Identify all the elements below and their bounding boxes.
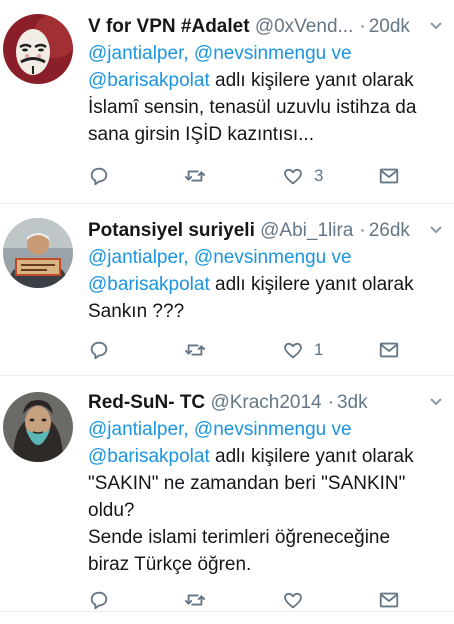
tweet-text-line: sana girsin IŞİD kazıntısı... [88, 124, 314, 145]
tweet[interactable]: Red-SuN- TC @Krach2014 · 3dk @jantialper, … [0, 376, 454, 612]
reply-label: adlı kişilere yanıt olarak [215, 446, 414, 467]
avatar[interactable] [3, 392, 73, 462]
chevron-down-icon[interactable] [428, 222, 444, 238]
tweet[interactable]: V for VPN #Adalet @0xVend... · 20dk @janti… [0, 0, 454, 204]
avatar[interactable] [3, 14, 73, 84]
display-name[interactable]: Potansiyel suriyeli [88, 220, 255, 241]
reply-icon [90, 341, 108, 360]
like-count: 1 [314, 340, 324, 359]
direct-message-icon [379, 168, 399, 184]
retweet-icon [184, 344, 206, 356]
reply-button[interactable] [88, 338, 110, 362]
tweet-text-line: biraz Türkçe öğren. [88, 554, 252, 575]
tweet-text-line: Sankın ??? [88, 301, 185, 322]
direct-message-icon [379, 592, 399, 608]
tweet-text: Sankın ??? [88, 298, 444, 325]
username[interactable]: @Krach2014 [210, 392, 321, 413]
reply-connector: ve [331, 43, 352, 64]
like-button[interactable] [282, 588, 314, 612]
mention-link[interactable]: @nevsinmengu [194, 247, 326, 268]
tweet-body: @jantialper, @nevsinmengu ve @barisakpol… [88, 40, 444, 148]
retweet-icon [184, 594, 206, 606]
like-count: 3 [314, 166, 324, 185]
reply-connector: ve [331, 247, 352, 268]
retweet-button[interactable] [184, 588, 206, 612]
like-button[interactable]: 3 [282, 164, 323, 188]
tweet-text-line: "SAKIN" ne zamandan beri "SANKIN" [88, 473, 406, 494]
direct-message-button[interactable] [378, 588, 400, 612]
tweet-body: @jantialper, @nevsinmengu ve @barisakpol… [88, 416, 444, 578]
action-bar: 1 [88, 338, 418, 362]
reply-context: @jantialper, @nevsinmengu ve @barisakpol… [88, 416, 444, 470]
chevron-down-icon[interactable] [428, 394, 444, 410]
timestamp[interactable]: 20dk [369, 16, 410, 37]
avatar[interactable] [3, 218, 73, 288]
like-icon [284, 592, 302, 609]
direct-message-icon [379, 342, 399, 358]
tweet-header: Red-SuN- TC @Krach2014 · 3dk [88, 390, 420, 416]
tweet-text: İslamî sensin, tenasül uzuvlu istihza da… [88, 94, 444, 148]
mention-link[interactable]: @jantialper, [88, 419, 189, 440]
like-button[interactable]: 1 [282, 338, 323, 362]
action-bar: 3 [88, 164, 418, 188]
username[interactable]: @0xVend... [255, 16, 354, 37]
tweet-text-line: Sende islami terimleri öğreneceğine [88, 527, 391, 548]
tweet-header: V for VPN #Adalet @0xVend... · 20dk [88, 14, 420, 40]
direct-message-button[interactable] [378, 338, 400, 362]
timestamp[interactable]: 3dk [337, 392, 368, 413]
retweet-button[interactable] [184, 338, 206, 362]
man-with-sign-icon [3, 218, 73, 288]
tweet-text-line: oldu? [88, 500, 135, 521]
guy-fawkes-mask-icon [3, 14, 73, 84]
tweet-body: @jantialper, @nevsinmengu ve @barisakpol… [88, 244, 444, 325]
mention-link[interactable]: @jantialper, [88, 43, 189, 64]
timestamp[interactable]: 26dk [369, 220, 410, 241]
reply-button[interactable] [88, 588, 110, 612]
display-name[interactable]: Red-SuN- TC [88, 392, 205, 413]
mention-link[interactable]: @nevsinmengu [194, 419, 326, 440]
mention-link[interactable]: @barisakpolat [88, 70, 210, 91]
reply-context: @jantialper, @nevsinmengu ve @barisakpol… [88, 244, 444, 298]
tweet-text-line: İslamî sensin, tenasül uzuvlu istihza da [88, 97, 417, 118]
username[interactable]: @Abi_1lira [260, 220, 353, 241]
reply-icon [90, 591, 108, 610]
retweet-icon [184, 170, 206, 182]
separator-dot: · [359, 220, 366, 241]
reply-label: adlı kişilere yanıt olarak [215, 274, 414, 295]
direct-message-button[interactable] [378, 164, 400, 188]
action-bar [88, 588, 418, 612]
bearded-man-icon [3, 392, 73, 462]
reply-icon [90, 167, 108, 186]
mention-link[interactable]: @barisakpolat [88, 274, 210, 295]
mention-link[interactable]: @barisakpolat [88, 446, 210, 467]
separator-dot: · [327, 392, 334, 413]
chevron-down-icon[interactable] [428, 18, 444, 34]
reply-connector: ve [331, 419, 352, 440]
tweet[interactable]: Potansiyel suriyeli @Abi_1lira · 26dk @jan… [0, 204, 454, 376]
reply-label: adlı kişilere yanıt olarak [215, 70, 414, 91]
mention-link[interactable]: @nevsinmengu [194, 43, 326, 64]
reply-button[interactable] [88, 164, 110, 188]
tweet-text: "SAKIN" ne zamandan beri "SANKIN" oldu? … [88, 470, 444, 578]
reply-context: @jantialper, @nevsinmengu ve @barisakpol… [88, 40, 444, 94]
like-icon [284, 168, 302, 185]
display-name[interactable]: V for VPN #Adalet [88, 16, 250, 37]
tweet-header: Potansiyel suriyeli @Abi_1lira · 26dk [88, 218, 420, 244]
retweet-button[interactable] [184, 164, 206, 188]
like-icon [284, 342, 302, 359]
mention-link[interactable]: @jantialper, [88, 247, 189, 268]
separator-dot: · [359, 16, 366, 37]
